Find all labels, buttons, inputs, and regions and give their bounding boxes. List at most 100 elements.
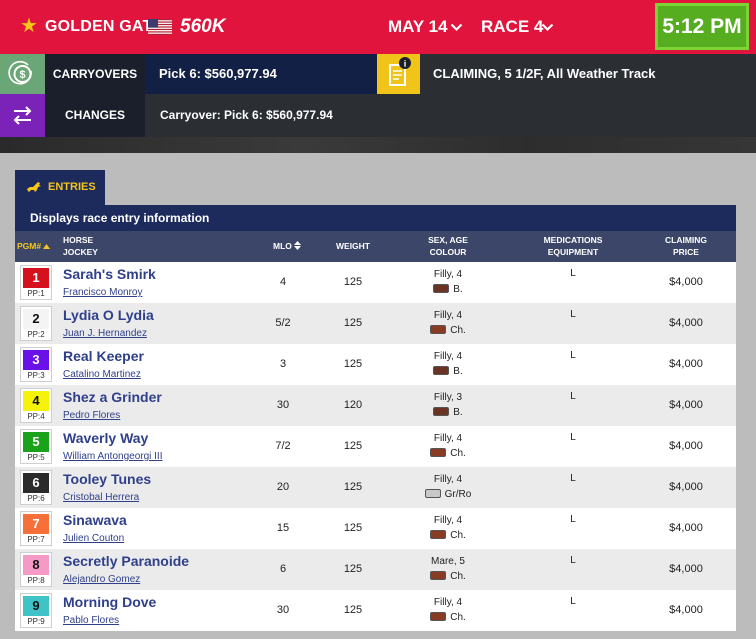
morning-line-odds: 5/2 xyxy=(275,317,291,329)
jockey-name-link[interactable]: Francisco Monroy xyxy=(63,287,142,298)
program-number-badge: 6 PP:6 xyxy=(20,470,52,505)
us-flag-icon xyxy=(148,19,172,35)
sex-age: Filly, 4 xyxy=(433,597,463,608)
jockey-name-link[interactable]: Juan J. Hernandez xyxy=(63,328,147,339)
chevron-down-icon[interactable] xyxy=(450,23,463,32)
jockey-name-link[interactable]: Cristobal Herrera xyxy=(63,492,139,503)
morning-line-odds: 7/2 xyxy=(275,440,291,452)
colour-label: B. xyxy=(453,407,463,418)
saddle-cloth-number: 5 xyxy=(23,432,49,452)
colour: Gr/Ro xyxy=(403,489,493,500)
medications: L xyxy=(570,473,576,484)
table-row[interactable]: 8 PP:8 Secretly Paranoide Alejandro Gomez 6 1… xyxy=(15,549,736,590)
horse-name-link[interactable]: Secretly Paranoide xyxy=(63,553,189,569)
post-time-clock: 5:12 PM xyxy=(655,3,749,50)
claiming-price: $4,000 xyxy=(669,276,703,288)
colour-swatch-icon xyxy=(430,530,447,539)
table-row[interactable]: 3 PP:3 Real Keeper Catalino Martinez 3 125 Fil… xyxy=(15,344,736,385)
jockey-name-link[interactable]: Julien Couton xyxy=(63,533,124,544)
colour-label: Gr/Ro xyxy=(444,489,472,500)
favorite-star-icon[interactable]: ★ xyxy=(20,16,38,36)
table-row[interactable]: 2 PP:2 Lydia O Lydia Juan J. Hernandez 5/2 12… xyxy=(15,303,736,344)
claiming-price: $4,000 xyxy=(669,604,703,616)
sort-icon xyxy=(294,241,302,250)
table-row[interactable]: 4 PP:4 Shez a Grinder Pedro Flores 30 120 Fill… xyxy=(15,385,736,426)
tab-entries[interactable]: ENTRIES xyxy=(15,170,105,205)
colour-swatch-icon xyxy=(430,612,447,621)
saddle-cloth-number: 8 xyxy=(23,555,49,575)
column-colour: COLOUR xyxy=(429,247,467,257)
svg-text:$: $ xyxy=(19,69,25,81)
column-mlo[interactable]: MLO xyxy=(273,241,302,252)
jockey-name-link[interactable]: Alejandro Gomez xyxy=(63,574,140,585)
column-horse: HORSE xyxy=(63,235,94,245)
sex-age: Filly, 4 xyxy=(433,474,463,485)
sort-up-icon xyxy=(43,244,51,249)
medications: L xyxy=(570,268,576,279)
column-claiming: CLAIMING xyxy=(664,235,708,245)
tab-entries-label: ENTRIES xyxy=(48,181,96,193)
horse-name-link[interactable]: Morning Dove xyxy=(63,594,156,610)
track-name[interactable]: GOLDEN GATE xyxy=(45,18,163,36)
race-info-icon[interactable]: i xyxy=(377,54,420,94)
colour-swatch-icon xyxy=(430,448,447,457)
weight: 125 xyxy=(343,276,363,288)
saddle-cloth-number: 7 xyxy=(23,514,49,534)
jockey-name-link[interactable]: Catalino Martinez xyxy=(63,369,141,380)
colour-label: Ch. xyxy=(450,612,466,623)
post-position: PP:8 xyxy=(27,576,45,585)
column-price: PRICE xyxy=(673,247,699,257)
table-row[interactable]: 9 PP:9 Morning Dove Pablo Flores 30 125 Filly,… xyxy=(15,590,736,631)
sex-age: Mare, 5 xyxy=(431,556,465,567)
horse-name-link[interactable]: Lydia O Lydia xyxy=(63,307,154,323)
claiming-price: $4,000 xyxy=(669,440,703,452)
weight: 120 xyxy=(343,399,363,411)
jockey-name-link[interactable]: William Antongeorgi III xyxy=(63,451,163,462)
table-row[interactable]: 6 PP:6 Tooley Tunes Cristobal Herrera 20 125 F… xyxy=(15,467,736,508)
horse-name-link[interactable]: Waverly Way xyxy=(63,430,148,446)
weight: 125 xyxy=(343,481,363,493)
horse-name-link[interactable]: Tooley Tunes xyxy=(63,471,151,487)
claiming-price: $4,000 xyxy=(669,522,703,534)
horse-name-link[interactable]: Real Keeper xyxy=(63,348,144,364)
panel-description: Displays race entry information xyxy=(15,205,736,231)
jockey-name-link[interactable]: Pedro Flores xyxy=(63,410,120,421)
post-position: PP:9 xyxy=(27,617,45,626)
carryovers-value: Pick 6: $560,977.94 xyxy=(145,54,377,94)
date-selector[interactable]: MAY 14 xyxy=(388,17,448,37)
table-row[interactable]: 7 PP:7 Sinawava Julien Couton 15 125 Filly, 4 C… xyxy=(15,508,736,549)
column-equipment: EQUIPMENT xyxy=(547,247,599,257)
carryovers-label: CARRYOVERS xyxy=(45,54,145,94)
weight: 125 xyxy=(343,317,363,329)
colour-label: Ch. xyxy=(450,571,466,582)
program-number-badge: 2 PP:2 xyxy=(20,306,52,341)
claiming-price: $4,000 xyxy=(669,481,703,493)
race-selector[interactable]: RACE 4 xyxy=(481,17,543,37)
post-position: PP:5 xyxy=(27,453,45,462)
changes-row: CHANGES Carryover: Pick 6: $560,977.94 xyxy=(0,94,756,137)
colour: Ch. xyxy=(403,530,493,541)
background-strip xyxy=(0,137,756,153)
horse-name-link[interactable]: Shez a Grinder xyxy=(63,389,162,405)
colour: B. xyxy=(403,407,493,418)
table-row[interactable]: 1 PP:1 Sarah's Smirk Francisco Monroy 4 125 Fi… xyxy=(15,262,736,303)
horse-name-link[interactable]: Sarah's Smirk xyxy=(63,266,156,282)
top-bar: ★ GOLDEN GATE 560K MAY 14 RACE 4 5:12 PM xyxy=(0,0,756,54)
weight: 125 xyxy=(343,522,363,534)
carryovers-row: $ CARRYOVERS Pick 6: $560,977.94 i CLAIM… xyxy=(0,54,756,94)
program-number-badge: 1 PP:1 xyxy=(20,265,52,300)
jockey-name-link[interactable]: Pablo Flores xyxy=(63,615,119,626)
column-pgm[interactable]: PGM# xyxy=(17,241,51,252)
table-row[interactable]: 5 PP:5 Waverly Way William Antongeorgi III 7… xyxy=(15,426,736,467)
weight: 125 xyxy=(343,604,363,616)
chevron-down-icon[interactable] xyxy=(541,23,554,32)
saddle-cloth-number: 1 xyxy=(23,268,49,288)
colour-label: B. xyxy=(453,284,463,295)
sex-age: Filly, 4 xyxy=(433,433,463,444)
claiming-price: $4,000 xyxy=(669,358,703,370)
sex-age: Filly, 3 xyxy=(433,392,463,403)
colour-swatch-icon xyxy=(430,325,447,334)
colour-swatch-icon xyxy=(433,407,450,416)
race-conditions: CLAIMING, 5 1/2F, All Weather Track xyxy=(420,54,756,94)
horse-name-link[interactable]: Sinawava xyxy=(63,512,127,528)
